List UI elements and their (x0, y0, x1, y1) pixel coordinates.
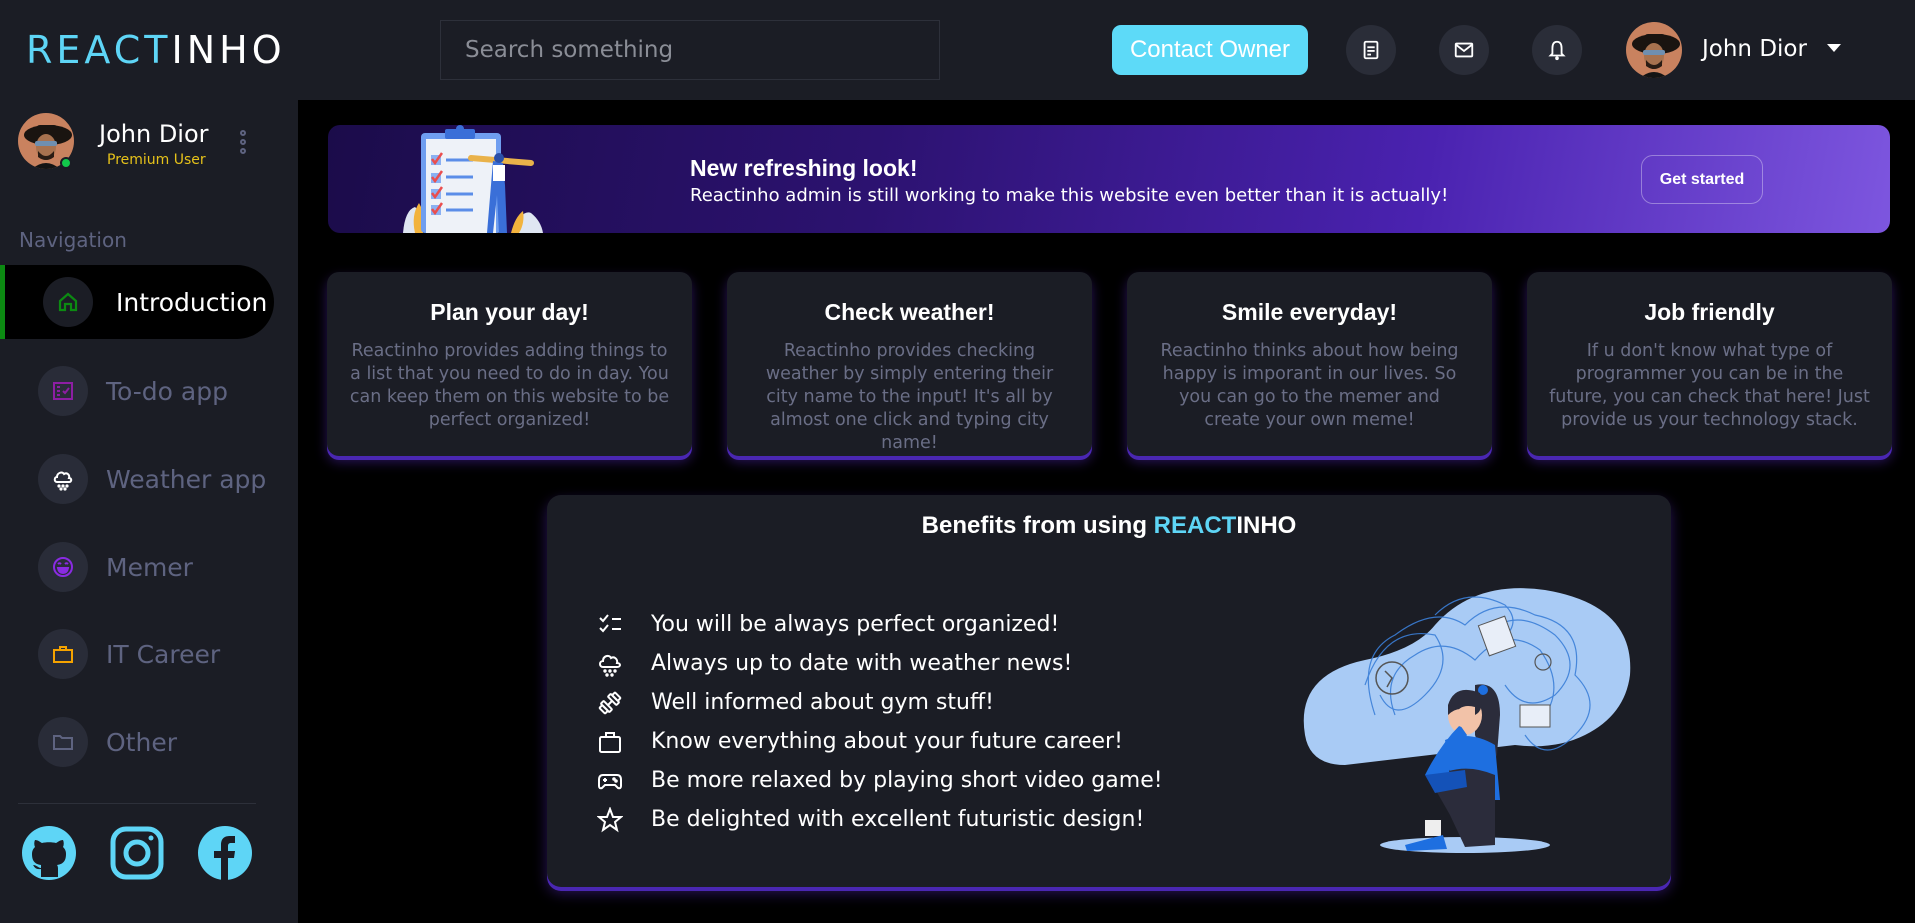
card-title: Job friendly (1644, 299, 1775, 325)
benefit-text: Know everything about your future career… (651, 729, 1123, 754)
gamepad-icon (598, 773, 622, 789)
home-icon (43, 277, 93, 327)
clipboard-illustration (403, 125, 543, 233)
sidebar: John Dior Premium User Navigation Introd… (0, 100, 298, 923)
card-text: Reactinho thinks about how being happy i… (1160, 341, 1459, 430)
benefit-item: Well informed about gym stuff! (597, 683, 1163, 722)
sidebar-item-it-career[interactable]: IT Career (0, 617, 274, 691)
top-header: REACTINHO Contact Owner John Dior (0, 0, 1915, 100)
logo-react: REACT (26, 28, 172, 72)
checklist-icon (38, 366, 88, 416)
search-input[interactable] (440, 20, 940, 80)
github-link[interactable] (21, 825, 77, 881)
app-logo[interactable]: REACTINHO (26, 28, 286, 72)
github-icon (22, 826, 76, 880)
logo-inho: INHO (171, 28, 286, 72)
contact-owner-button[interactable]: Contact Owner (1112, 25, 1308, 75)
online-status-dot (60, 157, 72, 169)
sidebar-item-label: IT Career (106, 639, 221, 669)
facebook-icon (198, 826, 252, 880)
navigation-heading: Navigation (19, 228, 127, 252)
user-dropdown-caret-icon[interactable] (1827, 44, 1841, 52)
card-text: If u don't know what type of programmer … (1549, 341, 1870, 430)
briefcase-icon (38, 629, 88, 679)
cloud-rain-icon (38, 454, 88, 504)
sidebar-item-weather-app[interactable]: Weather app (0, 442, 274, 516)
cloud-rain-icon (599, 654, 621, 677)
benefit-text: Be more relaxed by playing short video g… (651, 768, 1163, 793)
sidebar-avatar[interactable] (18, 113, 74, 169)
card-title: Smile everyday! (1221, 299, 1398, 325)
benefit-item: Be delighted with excellent futuristic d… (597, 800, 1163, 839)
sidebar-item-label: To-do app (106, 376, 228, 406)
more-options-icon[interactable] (238, 130, 248, 154)
notes-button[interactable] (1346, 25, 1396, 75)
star-icon (597, 806, 623, 832)
benefit-text: Always up to date with weather news! (651, 651, 1073, 676)
card-text: Reactinho provides adding things to a li… (349, 341, 670, 430)
sidebar-item-introduction[interactable]: Introduction (0, 265, 274, 339)
sidebar-divider (18, 803, 256, 804)
benefit-item: You will be always perfect organized! (597, 605, 1163, 644)
benefits-panel: Benefits from using REACTINHO You will b… (547, 495, 1671, 887)
notes-icon (1363, 40, 1379, 60)
benefit-text: Be delighted with excellent futuristic d… (651, 807, 1145, 832)
sidebar-user-name: John Dior (99, 120, 209, 148)
smile-icon (38, 542, 88, 592)
card-title: Plan your day! (430, 299, 589, 325)
bell-icon (1548, 40, 1566, 61)
avatar-photo (1626, 22, 1682, 78)
sidebar-item-label: Other (106, 727, 177, 757)
card-text: Reactinho provides checking weather by s… (765, 341, 1054, 453)
checklist-icon (599, 613, 621, 632)
benefits-title-brand-inho: INHO (1236, 512, 1297, 539)
benefits-list: You will be always perfect organized! Al… (597, 605, 1163, 839)
feature-card-weather[interactable]: Check weather! Reactinho provides checki… (727, 272, 1092, 456)
benefit-item: Know everything about your future career… (597, 722, 1163, 761)
benefits-title: Benefits from using REACTINHO (547, 512, 1671, 540)
card-title: Check weather! (824, 299, 995, 325)
sidebar-item-label: Introduction (116, 287, 268, 317)
sidebar-item-label: Memer (106, 552, 193, 582)
feature-card-plan[interactable]: Plan your day! Reactinho provides adding… (327, 272, 692, 456)
sidebar-item-memer[interactable]: Memer (0, 530, 274, 604)
benefit-item: Always up to date with weather news! (597, 644, 1163, 683)
benefit-item: Be more relaxed by playing short video g… (597, 761, 1163, 800)
feature-card-job[interactable]: Job friendly If u don't know what type o… (1527, 272, 1892, 456)
announcement-banner: New refreshing look! Reactinho admin is … (328, 125, 1890, 233)
user-role-badge: Premium User (107, 152, 206, 168)
briefcase-icon (599, 731, 621, 753)
sidebar-item-todo-app[interactable]: To-do app (0, 354, 274, 428)
stressed-person-illustration (1303, 588, 1631, 853)
facebook-link[interactable] (197, 825, 253, 881)
benefit-text: You will be always perfect organized! (651, 612, 1060, 637)
instagram-link[interactable] (109, 825, 165, 881)
mail-button[interactable] (1439, 25, 1489, 75)
folder-icon (38, 717, 88, 767)
feature-card-smile[interactable]: Smile everyday! Reactinho thinks about h… (1127, 272, 1492, 456)
dumbbell-icon (598, 691, 622, 714)
benefits-title-brand-react: REACT (1153, 512, 1237, 539)
notifications-button[interactable] (1532, 25, 1582, 75)
benefits-title-text: Benefits from using (921, 512, 1154, 539)
benefit-text: Well informed about gym stuff! (651, 690, 994, 715)
instagram-icon (110, 826, 164, 880)
mail-icon (1454, 42, 1474, 58)
get-started-button[interactable]: Get started (1641, 155, 1763, 204)
banner-text: Reactinho admin is still working to make… (690, 185, 1449, 206)
header-avatar[interactable] (1626, 22, 1682, 78)
banner-title: New refreshing look! (690, 155, 918, 181)
sidebar-item-other[interactable]: Other (0, 705, 274, 779)
sidebar-item-label: Weather app (106, 464, 267, 494)
header-user-name[interactable]: John Dior (1702, 36, 1807, 62)
